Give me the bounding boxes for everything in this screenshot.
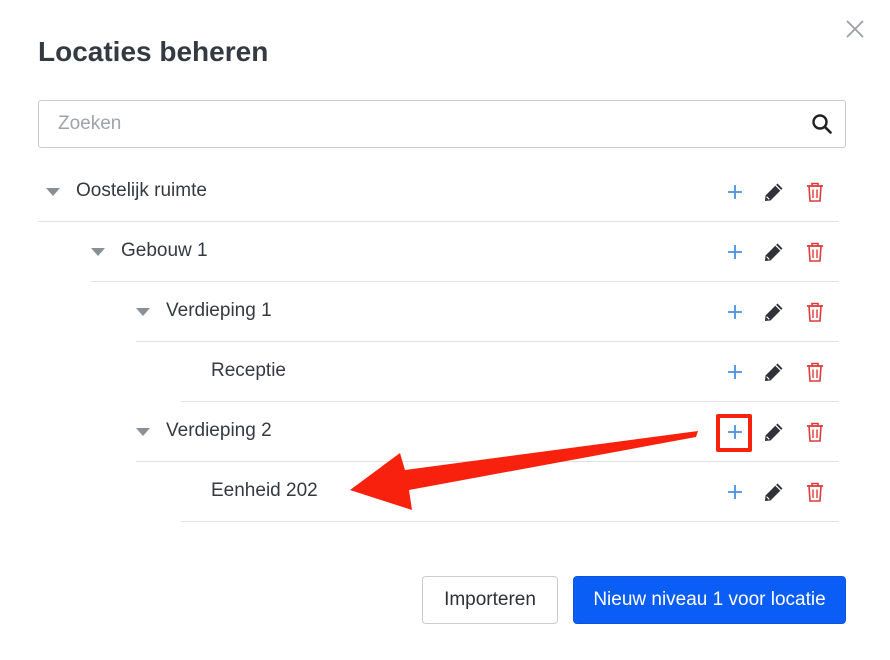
trash-icon[interactable] — [803, 480, 827, 504]
tree-row-label: Gebouw 1 — [121, 240, 208, 261]
pencil-icon[interactable] — [762, 480, 786, 504]
modal-title: Locaties beheren — [38, 36, 269, 67]
row-actions — [722, 222, 842, 282]
plus-icon[interactable] — [723, 480, 747, 504]
tree-row-label: Oostelijk ruimte — [76, 180, 207, 201]
trash-icon[interactable] — [803, 360, 827, 384]
tree-row: Oostelijk ruimte — [38, 162, 839, 222]
row-actions — [722, 162, 842, 222]
plus-icon[interactable] — [723, 300, 747, 324]
plus-icon[interactable] — [723, 360, 747, 384]
close-icon[interactable] — [843, 17, 867, 41]
caret-down-icon[interactable] — [136, 308, 150, 316]
tree-row-label: Verdieping 1 — [166, 300, 272, 321]
tree-row-label: Eenheid 202 — [211, 480, 318, 501]
row-actions — [722, 282, 842, 342]
row-actions — [722, 342, 842, 402]
tree-row: Verdieping 1 — [136, 282, 839, 342]
search-icon[interactable] — [811, 113, 833, 135]
annotation-highlight-box — [716, 414, 752, 452]
trash-icon[interactable] — [803, 420, 827, 444]
tree-row: Gebouw 1 — [91, 222, 839, 282]
caret-down-icon[interactable] — [46, 188, 60, 196]
plus-icon[interactable] — [723, 240, 747, 264]
tree-row-label: Verdieping 2 — [166, 420, 272, 441]
caret-down-icon[interactable] — [136, 428, 150, 436]
pencil-icon[interactable] — [762, 420, 786, 444]
search-box — [38, 100, 846, 148]
row-actions — [722, 462, 842, 522]
pencil-icon[interactable] — [762, 300, 786, 324]
pencil-icon[interactable] — [762, 360, 786, 384]
pencil-icon[interactable] — [762, 240, 786, 264]
trash-icon[interactable] — [803, 180, 827, 204]
new-level-button[interactable]: Nieuw niveau 1 voor locatie — [573, 576, 846, 624]
trash-icon[interactable] — [803, 240, 827, 264]
tree-row: Receptie — [181, 342, 839, 402]
tree-row: Eenheid 202 — [181, 462, 839, 522]
caret-down-icon[interactable] — [91, 248, 105, 256]
tree-row-label: Receptie — [211, 360, 286, 381]
search-input[interactable] — [40, 102, 800, 146]
manage-locations-modal: Locaties beheren Oostelijk ruimte — [0, 0, 890, 660]
import-button[interactable]: Importeren — [422, 576, 558, 624]
pencil-icon[interactable] — [762, 180, 786, 204]
trash-icon[interactable] — [803, 300, 827, 324]
plus-icon[interactable] — [723, 180, 747, 204]
